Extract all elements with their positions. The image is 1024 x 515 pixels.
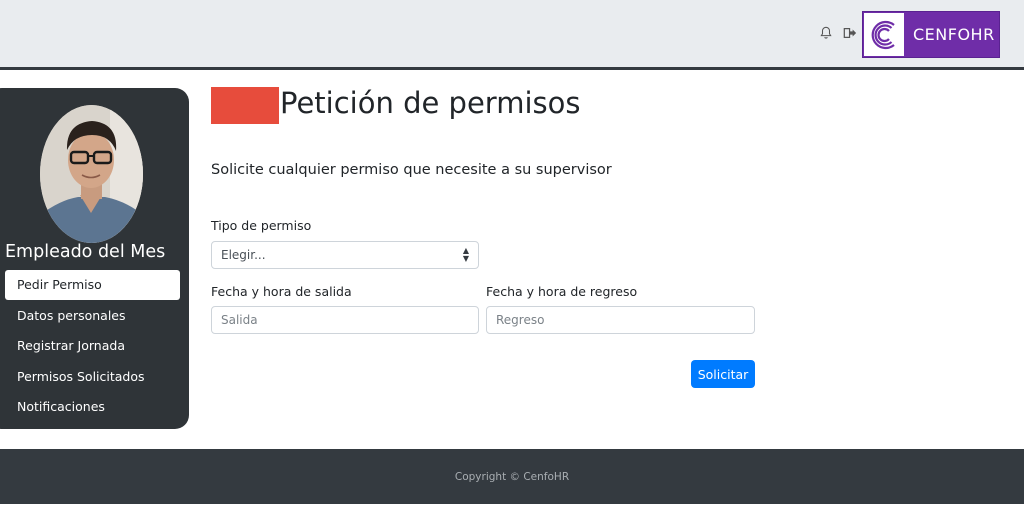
return-label: Fecha y hora de regreso [486, 284, 638, 299]
sidebar-item-permisos-solicitados[interactable]: Permisos Solicitados [5, 362, 180, 392]
employee-of-month-title: Empleado del Mes [5, 242, 166, 262]
avatar [40, 105, 143, 243]
sidebar: Empleado del Mes Pedir Permiso Datos per… [0, 88, 189, 429]
title-accent-block [211, 87, 279, 124]
page-title: Petición de permisos [280, 86, 581, 120]
select-caret-icon: ▲ ▼ [462, 246, 469, 263]
departure-label: Fecha y hora de salida [211, 284, 352, 299]
departure-datetime-input[interactable] [211, 306, 479, 334]
cenfohr-logo-icon [864, 13, 904, 56]
brand-name: CENFOHR [913, 25, 995, 44]
permit-type-label: Tipo de permiso [211, 218, 312, 233]
sidebar-item-pedir-permiso[interactable]: Pedir Permiso [5, 270, 180, 300]
page-subtitle: Solicite cualquier permiso que necesite … [211, 162, 612, 178]
permit-type-select[interactable]: Elegir... ▲ ▼ [211, 241, 479, 269]
sidebar-item-notificaciones[interactable]: Notificaciones [5, 392, 180, 422]
sign-out-icon[interactable] [843, 26, 857, 40]
copyright-text: Copyright © CenfoHR [454, 470, 570, 483]
return-datetime-input[interactable] [486, 306, 755, 334]
footer: Copyright © CenfoHR [0, 449, 1024, 504]
submit-request-button[interactable]: Solicitar [691, 360, 755, 388]
top-navbar: CENFOHR [0, 0, 1024, 70]
sidebar-item-registrar-jornada[interactable]: Registrar Jornada [5, 331, 180, 361]
permit-type-selected-value: Elegir... [221, 248, 266, 262]
brand-logo[interactable]: CENFOHR [862, 11, 1000, 58]
sidebar-item-datos-personales[interactable]: Datos personales [5, 301, 180, 331]
sidebar-menu: Pedir Permiso Datos personales Registrar… [5, 270, 180, 423]
bell-icon[interactable] [819, 26, 833, 40]
